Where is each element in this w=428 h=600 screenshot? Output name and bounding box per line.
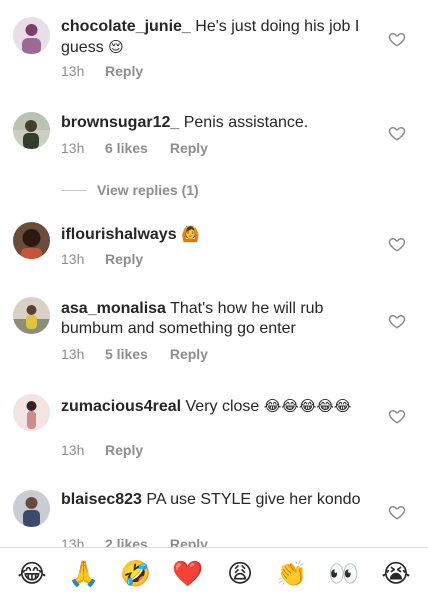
weary-face-emoji-button[interactable]: 😩: [223, 559, 257, 589]
like-heart-icon[interactable]: [388, 235, 406, 253]
like-heart-icon[interactable]: [388, 124, 406, 142]
comment-meta: 13h 6 likes Reply: [61, 140, 208, 156]
view-replies-line: [61, 189, 87, 191]
comment-username[interactable]: iflourishalways: [61, 226, 177, 243]
comment-emoji: 🙆: [181, 225, 200, 243]
view-replies-label: View replies (1): [97, 182, 199, 198]
avatar[interactable]: [13, 222, 50, 259]
comment-time: 13h: [61, 442, 85, 458]
comment-text: iflourishalways 🙆: [61, 224, 376, 245]
comment-meta: 13h 2 likes Reply: [61, 536, 208, 547]
quick-emoji-bar: 😂 🙏 🤣 ❤️ 😩 👏 👀 😭: [0, 548, 428, 600]
comment-emoji: 😂😂😂😂😂: [263, 397, 352, 415]
reply-button[interactable]: Reply: [105, 63, 143, 79]
avatar[interactable]: [13, 394, 50, 431]
comment-username[interactable]: blaisec823: [61, 491, 142, 508]
like-heart-icon[interactable]: [388, 503, 406, 521]
comment-time: 13h: [61, 140, 85, 156]
comment-username[interactable]: asa_monalisa: [61, 300, 166, 317]
comment-emoji: 😌: [108, 38, 124, 56]
folded-hands-emoji-button[interactable]: 🙏: [67, 559, 101, 589]
comment-time: 13h: [61, 251, 85, 267]
tears-of-joy-emoji-button[interactable]: 😂: [15, 559, 49, 589]
comment-meta: 13h Reply: [61, 63, 143, 79]
reply-button[interactable]: Reply: [105, 442, 143, 458]
comment-time: 13h: [61, 346, 85, 362]
comment-text: brownsugar12_ Penis assistance.: [61, 113, 376, 133]
eyes-emoji-button[interactable]: 👀: [327, 559, 361, 589]
avatar[interactable]: [13, 17, 50, 54]
reply-button[interactable]: Reply: [170, 536, 208, 547]
comment-text: zumacious4real Very close 😂😂😂😂😂: [61, 396, 376, 417]
avatar[interactable]: [13, 297, 50, 334]
comment-text: chocolate_junie_ He's just doing his job…: [61, 17, 376, 58]
comment-likes[interactable]: 6 likes: [105, 140, 148, 156]
reply-button[interactable]: Reply: [105, 251, 143, 267]
comment-time: 13h: [61, 63, 85, 79]
comment-username[interactable]: zumacious4real: [61, 398, 181, 415]
comment-message: PA use STYLE give her kondo: [146, 491, 361, 508]
comment-text: asa_monalisa That's how he will rub bumb…: [61, 299, 376, 339]
comment-username[interactable]: brownsugar12_: [61, 114, 179, 131]
comment-message: Very close: [185, 398, 260, 415]
comment-time: 13h: [61, 536, 85, 547]
comment-text: blaisec823 PA use STYLE give her kondo: [61, 490, 376, 510]
avatar[interactable]: [13, 112, 50, 149]
clapping-hands-emoji-button[interactable]: 👏: [275, 559, 309, 589]
comment-likes[interactable]: 5 likes: [105, 346, 148, 362]
crying-face-emoji-button[interactable]: 😭: [379, 559, 413, 589]
avatar[interactable]: [13, 490, 50, 527]
like-heart-icon[interactable]: [388, 312, 406, 330]
comment-username[interactable]: chocolate_junie_: [61, 18, 191, 35]
like-heart-icon[interactable]: [388, 407, 406, 425]
comment-likes[interactable]: 2 likes: [105, 536, 148, 547]
like-heart-icon[interactable]: [388, 30, 406, 48]
reply-button[interactable]: Reply: [170, 140, 208, 156]
comment-message: Penis assistance.: [183, 114, 309, 131]
comment-meta: 13h Reply: [61, 251, 143, 267]
reply-button[interactable]: Reply: [170, 346, 208, 362]
comments-list: chocolate_junie_ He's just doing his job…: [0, 0, 428, 547]
comment-meta: 13h 5 likes Reply: [61, 346, 208, 362]
view-replies-button[interactable]: View replies (1): [61, 180, 199, 200]
rofl-emoji-button[interactable]: 🤣: [119, 559, 153, 589]
red-heart-emoji-button[interactable]: ❤️: [171, 559, 205, 589]
comment-meta: 13h Reply: [61, 442, 143, 458]
